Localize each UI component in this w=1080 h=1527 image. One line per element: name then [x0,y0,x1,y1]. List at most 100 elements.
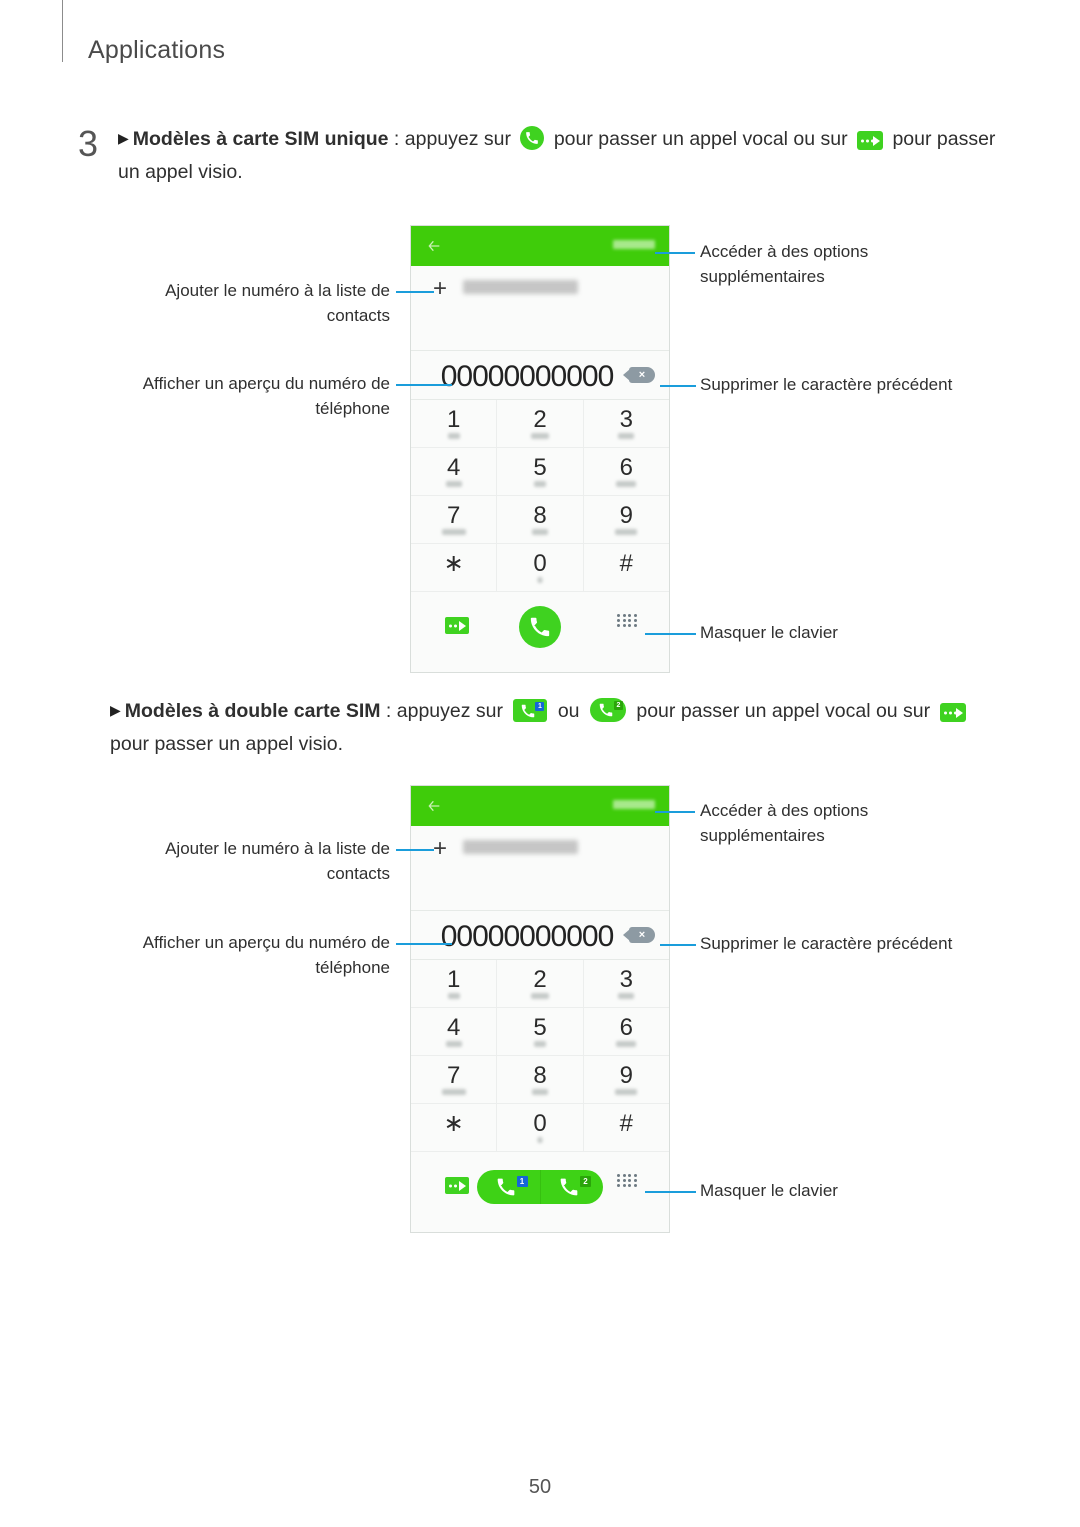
phone-mockup-single-sim: + 00000000000 × 1 2 3 4 5 6 7 8 9 ∗ 0 # [410,225,670,673]
sim-badge-2: 2 [580,1176,591,1187]
dial-key-sublabel [618,993,635,999]
dial-key-0[interactable]: 0 [497,1104,584,1152]
dial-key-hash[interactable]: # [583,1104,669,1152]
dial-key-8[interactable]: 8 [497,496,584,544]
dial-key-3[interactable]: 3 [583,400,669,448]
hide-keypad-button[interactable] [617,1174,639,1187]
backspace-button[interactable]: × [623,927,655,943]
dial-key-0[interactable]: 0 [497,544,584,592]
dial-key-label: 1 [446,406,461,433]
backspace-button[interactable]: × [623,367,655,383]
dial-key-label: 1 [446,966,461,993]
call-icon [530,617,550,637]
dial-key-6[interactable]: 6 [583,448,669,496]
dial-key-3[interactable]: 3 [583,960,669,1008]
dial-key-label: 4 [446,454,461,481]
page-number: 50 [528,1476,552,1498]
dial-key-2[interactable]: 2 [497,400,584,448]
plus-icon: + [433,275,448,302]
back-arrow-icon[interactable] [425,798,443,814]
header-divider [62,0,63,62]
dial-key-9[interactable]: 9 [583,496,669,544]
dialpad-row: 7 8 9 [411,496,669,544]
dial-key-2[interactable]: 2 [497,960,584,1008]
hide-keypad-button[interactable] [617,614,639,627]
video-lens-icon [873,135,881,146]
dial-key-sublabel [445,481,462,487]
phone-mockup-dual-sim: + 00000000000 × 1 2 3 4 5 6 7 8 9 ∗ 0 # … [410,785,670,1233]
dial-key-8[interactable]: 8 [497,1056,584,1104]
dial-key-star[interactable]: ∗ [411,1104,498,1152]
dial-key-4[interactable]: 4 [411,448,498,496]
dial-key-sublabel [445,1041,462,1047]
leader-line-hide-keypad [645,1191,696,1193]
step-bold-lead: Modèles à carte SIM unique [132,128,389,150]
dial-key-sublabel [616,1041,637,1047]
step-number: 3 [78,123,99,164]
dial-key-sublabel [531,1089,548,1095]
back-arrow-icon[interactable] [425,238,443,254]
leader-line-more-options [655,252,695,254]
dial-key-label: 0 [533,1110,547,1137]
leader-line-preview-number [396,384,452,386]
more-options-button[interactable] [613,240,655,249]
callout-add-contact: Ajouter le numéro à la liste de contacts [165,281,390,325]
sim-badge-1: 1 [516,1176,528,1187]
video-lens-icon [459,1180,466,1191]
dial-key-label: # [619,1110,633,1137]
video-call-icon [857,131,884,150]
manual-page: Applications 3 ▶ Modèles à carte SIM uniq… [0,0,1080,1527]
number-display-row: 00000000000 × [411,911,669,959]
step-text-a: : appuyez sur [388,128,517,150]
page-title: Applications [88,36,226,64]
call-sim1-button[interactable]: 1 [477,1170,541,1204]
callout-hide-keypad: Masquer le clavier [700,623,838,642]
bullet-triangle-icon: ▶ [110,702,121,718]
dial-key-5[interactable]: 5 [497,1008,584,1056]
dialpad-row: 4 5 6 [411,448,669,496]
dial-key-label: 7 [446,1062,461,1089]
dial-key-5[interactable]: 5 [497,448,584,496]
dialpad-row: 1 2 3 [411,400,669,448]
call-icon [520,126,545,150]
dial-key-6[interactable]: 6 [583,1008,669,1056]
dial-key-label: ∗ [443,550,464,577]
more-options-button[interactable] [613,800,655,809]
video-call-button[interactable] [445,1177,469,1194]
dial-key-sublabel [530,433,549,439]
dial-key-1[interactable]: 1 [411,400,498,448]
dial-key-4[interactable]: 4 [411,1008,498,1056]
para2-text-or: ou [552,700,585,722]
callout-more-options: Accéder à des options supplémentaires [700,801,869,845]
dial-key-label: 9 [619,502,633,529]
callout-add-contact: Ajouter le numéro à la liste de contacts [165,839,390,883]
call-button[interactable] [519,606,561,648]
call-sim2-button[interactable]: 2 [541,1170,604,1204]
hide-keypad-icon [617,614,637,627]
add-to-contacts-label [463,840,578,854]
dial-key-sublabel [616,481,637,487]
leader-line-delete-char [660,944,696,946]
dial-key-label: 0 [533,550,547,577]
add-to-contacts-row[interactable]: + [411,266,669,312]
call-icon [497,1178,515,1196]
video-call-button[interactable] [445,617,469,634]
dial-key-star[interactable]: ∗ [411,544,498,592]
dial-key-1[interactable]: 1 [411,960,498,1008]
callout-delete-char: Supprimer le caractère précédent [700,934,953,953]
spacer [411,312,669,351]
dial-key-sublabel [615,1089,638,1095]
callout-delete-char: Supprimer le caractère précédent [700,375,953,394]
dial-key-7[interactable]: 7 [411,496,498,544]
dialer-action-row [411,592,669,654]
dial-key-7[interactable]: 7 [411,1056,498,1104]
dial-key-9[interactable]: 9 [583,1056,669,1104]
add-to-contacts-row[interactable]: + [411,826,669,872]
para2-text-c: pour passer un appel visio. [110,733,344,755]
dial-key-sublabel [441,1089,466,1095]
sim-badge-1: 1 [535,702,545,711]
call-sim2-icon: 2 [589,698,626,722]
dial-key-hash[interactable]: # [583,544,669,592]
callout-preview-number: Afficher un aperçu du numéro de téléphon… [142,933,390,977]
para2-text-a: : appuyez sur [380,700,509,722]
